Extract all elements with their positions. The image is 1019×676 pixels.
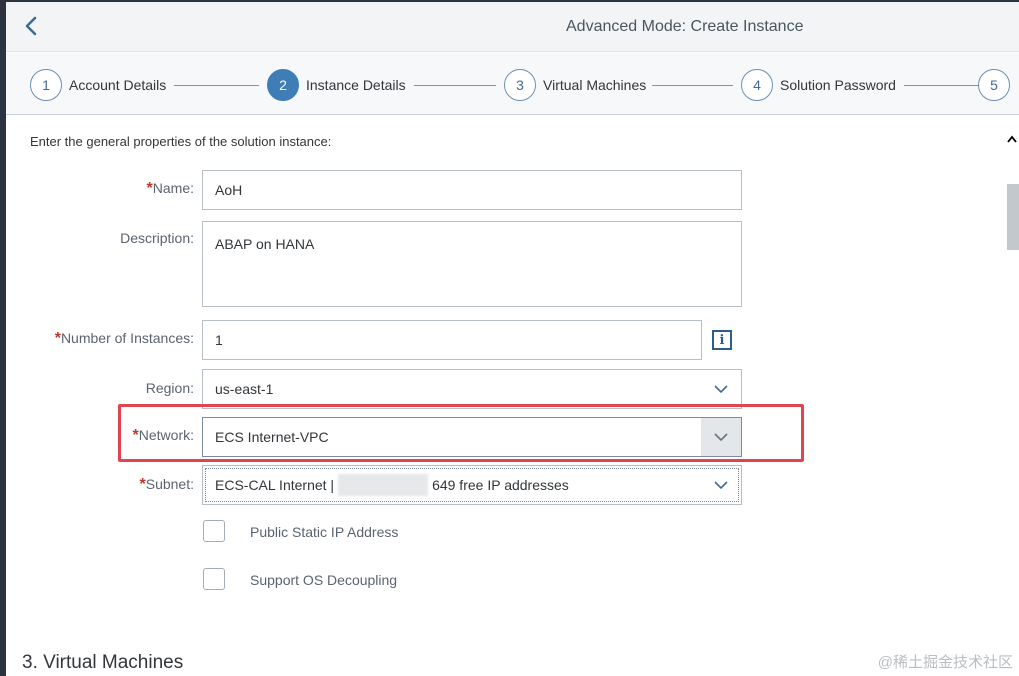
name-value: AoH — [215, 182, 243, 198]
region-label: Region: — [145, 380, 194, 396]
subnet-value-prefix: ECS-CAL Internet | — [215, 477, 335, 493]
os-decoupling-label: Support OS Decoupling — [250, 572, 398, 588]
description-textarea[interactable]: ABAP on HANA — [202, 221, 742, 307]
section-title-virtual-machines: 3. Virtual Machines — [22, 652, 184, 673]
subnet-select[interactable]: ECS-CAL Internet | 649 free IP addresses — [202, 465, 742, 505]
step-connector — [904, 85, 980, 86]
subnet-label: Subnet: — [145, 476, 194, 492]
network-select[interactable]: ECS Internet-VPC — [202, 417, 742, 457]
network-label: Network: — [138, 427, 194, 443]
instances-value: 1 — [215, 332, 223, 348]
app-window: Advanced Mode: Create Instance 1 Account… — [6, 2, 1019, 676]
form-content: Enter the general properties of the solu… — [6, 116, 1019, 676]
header-bar: Advanced Mode: Create Instance — [6, 2, 1019, 52]
wizard-step-virtual-machines[interactable]: 3 Virtual Machines — [504, 69, 646, 101]
step-number: 4 — [741, 69, 773, 101]
instances-label: Number of Instances: — [60, 330, 194, 346]
info-icon[interactable]: i — [712, 330, 732, 350]
description-value: ABAP on HANA — [215, 236, 315, 252]
network-label-row: *Network: — [6, 427, 194, 445]
chevron-up-icon[interactable] — [1007, 130, 1017, 148]
step-label: Virtual Machines — [543, 77, 647, 93]
description-label: Description: — [120, 230, 194, 246]
region-select[interactable]: us-east-1 — [202, 369, 742, 409]
wizard-step-5[interactable]: 5 — [978, 69, 1010, 101]
instances-input[interactable]: 1 — [202, 320, 702, 360]
back-button[interactable] — [20, 14, 44, 38]
wizard-progress: 1 Account Details 2 Instance Details 3 V… — [6, 53, 1019, 115]
step-number: 3 — [504, 69, 536, 101]
watermark: @稀土掘金技术社区 — [877, 654, 1013, 671]
chevron-down-icon[interactable] — [701, 418, 741, 456]
scrollbar-thumb[interactable] — [1007, 184, 1019, 250]
public-ip-label: Public Static IP Address — [250, 524, 399, 540]
name-label: Name: — [152, 180, 194, 196]
os-decoupling-checkbox[interactable] — [203, 568, 225, 590]
chevron-down-icon — [701, 466, 741, 504]
chevron-down-icon — [701, 370, 741, 408]
wizard-step-account-details[interactable]: 1 Account Details — [30, 69, 166, 101]
wizard-step-instance-details[interactable]: 2 Instance Details — [267, 69, 406, 101]
step-number: 2 — [267, 69, 299, 101]
public-ip-checkbox[interactable] — [203, 520, 225, 542]
region-value: us-east-1 — [215, 381, 274, 397]
step-label: Solution Password — [780, 77, 896, 93]
step-connector — [174, 85, 259, 86]
redacted-ip — [338, 474, 429, 496]
network-value: ECS Internet-VPC — [215, 429, 329, 445]
name-label-row: *Name: — [6, 180, 194, 198]
subnet-value-suffix: 649 free IP addresses — [432, 477, 569, 493]
step-connector — [652, 85, 733, 86]
subnet-label-row: *Subnet: — [6, 476, 195, 494]
wizard-step-solution-password[interactable]: 4 Solution Password — [741, 69, 896, 101]
step-label: Instance Details — [306, 77, 406, 93]
instances-label-row: *Number of Instances: — [6, 330, 194, 348]
step-number: 1 — [30, 69, 62, 101]
step-connector — [414, 85, 496, 86]
back-arrow-icon — [25, 16, 37, 36]
name-input[interactable]: AoH — [202, 170, 742, 210]
step-label: Account Details — [69, 77, 167, 93]
form-intro: Enter the general properties of the solu… — [30, 134, 332, 149]
page-title: Advanced Mode: Create Instance — [566, 18, 804, 35]
step-number: 5 — [978, 69, 1010, 101]
